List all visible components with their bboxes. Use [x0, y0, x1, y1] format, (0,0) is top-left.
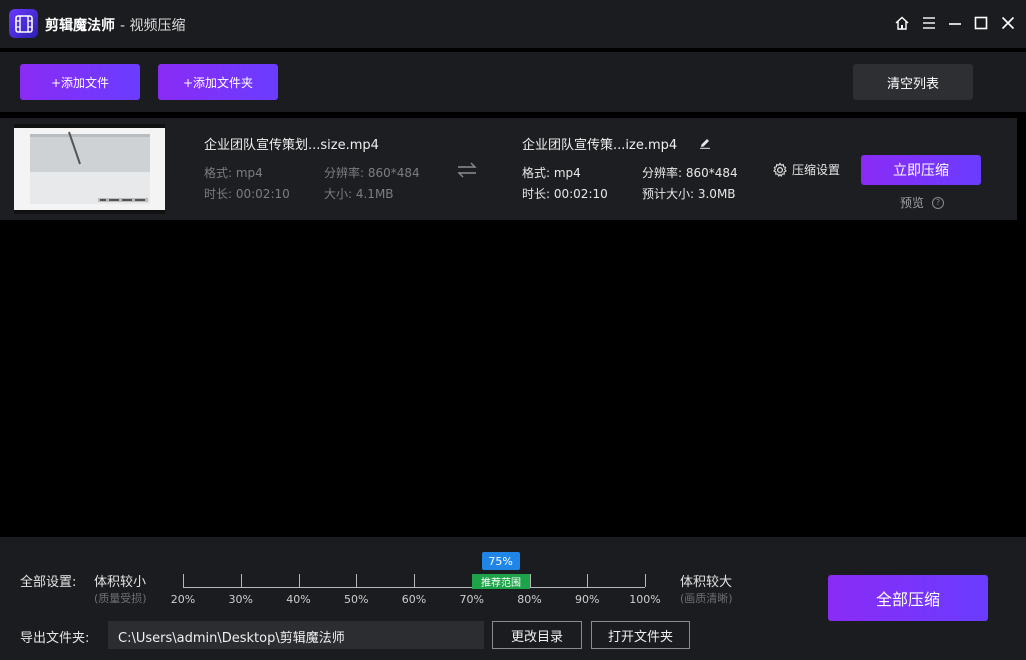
output-resolution: 分辨率: 860*484: [642, 166, 738, 180]
app-window: 剪辑魔法师 - 视频压缩 +添加文件 +添加文件夹 清空列表 企业团队宣传策划.…: [0, 0, 1026, 660]
edit-name-icon[interactable]: [699, 134, 711, 153]
source-duration: 时长: 00:02:10: [204, 187, 290, 201]
page-title: - 视频压缩: [120, 18, 186, 34]
slider-tick-label: 40%: [286, 593, 311, 606]
output-duration: 时长: 00:02:10: [522, 187, 608, 201]
output-file-name: 企业团队宣传策...ize.mp4: [522, 138, 678, 153]
bottom-panel: 全部设置: 体积较小 (质量受损) 20% 30% 40% 50% 60% 70% 80% 9…: [0, 537, 1026, 660]
source-format: 格式: mp4: [204, 166, 263, 180]
source-file-name: 企业团队宣传策划...size.mp4: [204, 138, 379, 153]
preview-button[interactable]: 预览 ?: [900, 194, 945, 211]
recommended-range: 推荐范围: [472, 574, 530, 589]
preview-label: 预览: [900, 196, 925, 210]
slider-tick-label: 60%: [401, 593, 427, 606]
slider-tick: [298, 574, 300, 587]
clear-list-button[interactable]: 清空列表: [853, 64, 973, 100]
slider-value-badge[interactable]: 75%: [481, 552, 520, 570]
output-path-field[interactable]: C:\Users\admin\Desktop\剪辑魔法师: [108, 621, 484, 649]
add-folder-button[interactable]: +添加文件夹: [158, 64, 278, 100]
larger-size-label: 体积较大: [680, 575, 733, 590]
slider-tick-label: 30%: [228, 593, 253, 606]
compress-settings-button[interactable]: 压缩设置: [772, 161, 840, 178]
slider-tick-label: 50%: [344, 593, 369, 606]
slider-tick: [587, 574, 589, 587]
slider-track: [183, 587, 645, 588]
app-logo-icon: [9, 9, 38, 38]
change-dir-button[interactable]: 更改目录: [492, 621, 582, 649]
source-resolution: 分辨率: 860*484: [324, 166, 420, 180]
global-settings-label: 全部设置:: [20, 575, 77, 590]
output-folder-label: 导出文件夹:: [20, 631, 90, 646]
compress-now-button[interactable]: 立即压缩: [861, 155, 981, 185]
output-est-size: 预计大小: 3.0MB: [642, 187, 736, 201]
compression-slider[interactable]: 20% 30% 40% 50% 60% 70% 80% 90% 100% 推荐范围 75%: [160, 537, 670, 617]
add-file-button[interactable]: +添加文件: [20, 64, 140, 100]
video-thumbnail: [14, 124, 165, 214]
slider-tick: [414, 574, 415, 587]
file-list-item: 企业团队宣传策划...size.mp4 格式: mp4 分辨率: 860*484…: [0, 118, 1017, 220]
maximize-icon[interactable]: [971, 13, 991, 33]
source-size: 大小: 4.1MB: [324, 187, 394, 201]
minimize-icon[interactable]: [945, 13, 965, 33]
gear-icon: [772, 162, 788, 178]
smaller-size-sub: (质量受损): [94, 592, 147, 605]
home-icon[interactable]: [892, 13, 912, 33]
smaller-size-label: 体积较小: [94, 575, 147, 590]
larger-size-sub: (画质清晰): [680, 592, 733, 605]
open-folder-button[interactable]: 打开文件夹: [591, 621, 690, 649]
compress-settings-label: 压缩设置: [792, 163, 841, 177]
slider-tick: [645, 574, 646, 587]
menu-icon[interactable]: [919, 13, 939, 33]
help-icon[interactable]: ?: [932, 196, 945, 209]
slider-tick-label: 100%: [629, 593, 661, 606]
convert-arrows-icon: [456, 162, 478, 182]
slider-tick: [356, 574, 358, 587]
slider-tick-label: 80%: [517, 593, 542, 606]
title-bar: 剪辑魔法师 - 视频压缩: [0, 0, 1026, 48]
slider-tick: [240, 574, 242, 587]
toolbar: +添加文件 +添加文件夹 清空列表: [0, 52, 1026, 112]
slider-tick-label: 70%: [459, 593, 484, 606]
close-icon[interactable]: [998, 13, 1018, 33]
compress-all-button[interactable]: 全部压缩: [828, 575, 988, 621]
slider-tick-label: 20%: [170, 593, 196, 606]
output-format: 格式: mp4: [522, 166, 581, 180]
slider-tick-label: 90%: [575, 593, 600, 606]
app-name: 剪辑魔法师: [45, 18, 115, 34]
slider-tick: [183, 574, 184, 587]
